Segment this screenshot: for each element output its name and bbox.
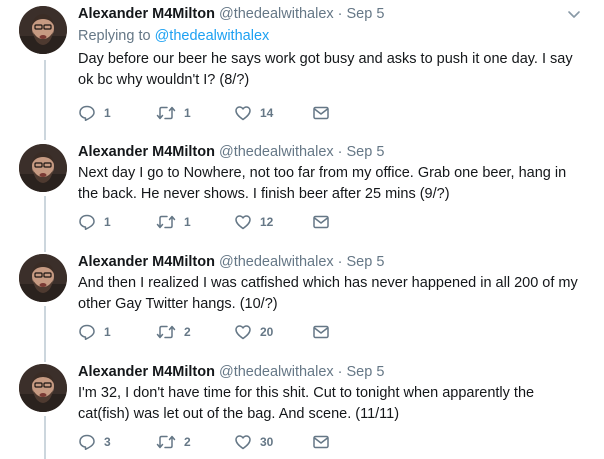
tweet-text: And then I realized I was catfished whic… bbox=[78, 275, 578, 312]
tweet[interactable]: Alexander M4Milton @thedealwithalex · Se… bbox=[0, 142, 604, 248]
retweet-button[interactable]: 1 bbox=[156, 104, 234, 122]
separator-dot: · bbox=[337, 364, 343, 380]
reply-button[interactable]: 3 bbox=[78, 433, 156, 451]
dm-button[interactable] bbox=[312, 213, 330, 231]
retweet-icon bbox=[156, 435, 176, 449]
like-button[interactable]: 20 bbox=[234, 323, 312, 341]
timestamp[interactable]: Sep 5 bbox=[347, 144, 385, 160]
author-handle[interactable]: @thedealwithalex bbox=[219, 254, 334, 270]
envelope-icon bbox=[313, 106, 329, 120]
reply-count: 1 bbox=[104, 325, 111, 339]
timestamp[interactable]: Sep 5 bbox=[347, 364, 385, 380]
retweet-icon bbox=[156, 325, 176, 339]
reply-icon bbox=[79, 324, 95, 341]
author-handle[interactable]: @thedealwithalex bbox=[219, 364, 334, 380]
timestamp[interactable]: Sep 5 bbox=[347, 254, 385, 270]
reply-button[interactable]: 1 bbox=[78, 104, 156, 122]
replying-to-link[interactable]: @thedealwithalex bbox=[155, 28, 270, 44]
like-count: 12 bbox=[260, 215, 274, 229]
heart-icon bbox=[235, 106, 251, 121]
retweet-count: 2 bbox=[184, 435, 191, 449]
author-name[interactable]: Alexander M4Milton bbox=[78, 144, 215, 160]
author-name[interactable]: Alexander M4Milton bbox=[78, 254, 215, 270]
tweet[interactable]: Alexander M4Milton @thedealwithalex · Se… bbox=[0, 362, 604, 459]
tweet-actions: 1 1 14 bbox=[78, 104, 330, 122]
heart-icon bbox=[235, 215, 251, 230]
tweet-text: I'm 32, I don't have time for this shit.… bbox=[78, 385, 535, 422]
envelope-icon bbox=[313, 325, 329, 339]
retweet-button[interactable]: 1 bbox=[156, 213, 234, 231]
author-handle[interactable]: @thedealwithalex bbox=[219, 6, 334, 22]
like-count: 14 bbox=[260, 106, 274, 120]
chevron-down-icon[interactable] bbox=[566, 6, 582, 22]
reply-count: 1 bbox=[104, 106, 111, 120]
retweet-count: 2 bbox=[184, 325, 191, 339]
separator-dot: · bbox=[337, 144, 343, 160]
author-handle[interactable]: @thedealwithalex bbox=[219, 144, 334, 160]
tweet[interactable]: Alexander M4Milton @thedealwithalex · Se… bbox=[0, 252, 604, 358]
dm-button[interactable] bbox=[312, 433, 330, 451]
like-button[interactable]: 14 bbox=[234, 104, 312, 122]
tweet-text: Next day I go to Nowhere, not too far fr… bbox=[78, 165, 567, 202]
tweet-actions: 1 2 20 bbox=[78, 323, 330, 341]
retweet-icon bbox=[156, 215, 176, 229]
envelope-icon bbox=[313, 215, 329, 229]
like-button[interactable]: 12 bbox=[234, 213, 312, 231]
like-count: 30 bbox=[260, 435, 274, 449]
reply-icon bbox=[79, 214, 95, 231]
like-button[interactable]: 30 bbox=[234, 433, 312, 451]
reply-count: 3 bbox=[104, 435, 111, 449]
avatar[interactable] bbox=[19, 6, 67, 54]
heart-icon bbox=[235, 325, 251, 340]
separator-dot: · bbox=[337, 254, 343, 270]
like-count: 20 bbox=[260, 325, 274, 339]
reply-button[interactable]: 1 bbox=[78, 213, 156, 231]
tweet-text: Day before our beer he says work got bus… bbox=[78, 51, 573, 88]
replying-to: Replying to @thedealwithalex bbox=[78, 28, 269, 44]
dm-button[interactable] bbox=[312, 104, 330, 122]
retweet-icon bbox=[156, 106, 176, 120]
timestamp[interactable]: Sep 5 bbox=[347, 6, 385, 22]
author-name[interactable]: Alexander M4Milton bbox=[78, 364, 215, 380]
reply-button[interactable]: 1 bbox=[78, 323, 156, 341]
avatar[interactable] bbox=[19, 144, 67, 192]
tweet-actions: 3 2 30 bbox=[78, 433, 330, 451]
retweet-button[interactable]: 2 bbox=[156, 323, 234, 341]
retweet-button[interactable]: 2 bbox=[156, 433, 234, 451]
envelope-icon bbox=[313, 435, 329, 449]
dm-button[interactable] bbox=[312, 323, 330, 341]
retweet-count: 1 bbox=[184, 106, 191, 120]
tweet[interactable]: Alexander M4Milton @thedealwithalex · Se… bbox=[0, 4, 604, 130]
author-name[interactable]: Alexander M4Milton bbox=[78, 6, 215, 22]
retweet-count: 1 bbox=[184, 215, 191, 229]
avatar[interactable] bbox=[19, 254, 67, 302]
avatar[interactable] bbox=[19, 364, 67, 412]
heart-icon bbox=[235, 435, 251, 450]
replying-prefix: Replying to bbox=[78, 28, 155, 44]
reply-count: 1 bbox=[104, 215, 111, 229]
tweet-actions: 1 1 12 bbox=[78, 213, 330, 231]
reply-icon bbox=[79, 434, 95, 451]
reply-icon bbox=[79, 105, 95, 122]
separator-dot: · bbox=[337, 6, 343, 22]
